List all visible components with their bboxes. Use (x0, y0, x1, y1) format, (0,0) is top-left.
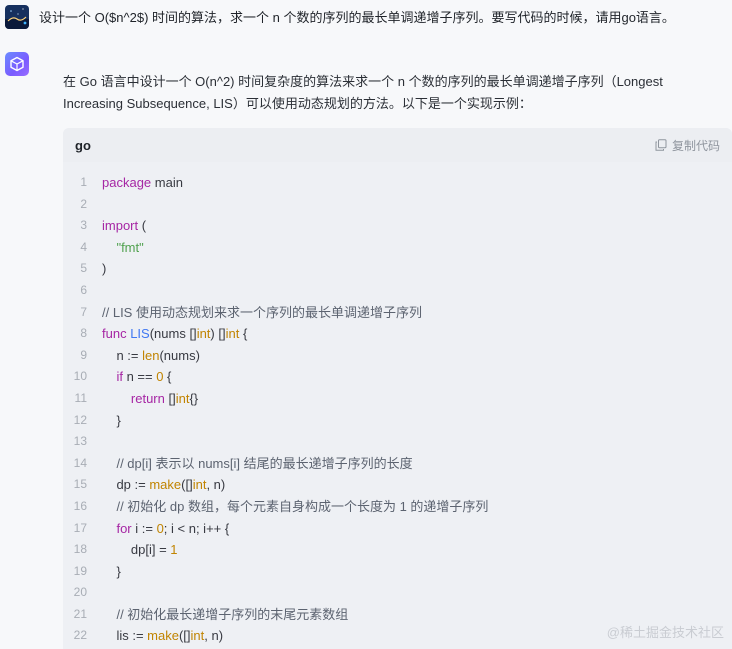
code-text: // LIS 使用动态规划来求一个序列的最长单调递增子序列 (102, 304, 422, 320)
code-line: 14 // dp[i] 表示以 nums[i] 结尾的最长递增子序列的长度 (63, 453, 732, 475)
line-number: 20 (73, 585, 87, 600)
intro-line-1: 在 Go 语言中设计一个 O(n^2) 时间复杂度的算法来求一个 n 个数的序列… (63, 74, 663, 89)
line-number: 12 (73, 412, 87, 427)
code-line: 16 // 初始化 dp 数组，每个元素自身构成一个长度为 1 的递增子序列 (63, 496, 732, 518)
user-message-row: 设计一个 O($n^2$) 时间的算法，求一个 n 个数的序列的最长单调递增子序… (0, 0, 732, 40)
code-line: 4 "fmt" (63, 237, 732, 259)
line-number: 15 (73, 477, 87, 492)
assistant-avatar (5, 52, 29, 76)
code-text: // 初始化最长递增子序列的末尾元素数组 (116, 606, 349, 622)
line-number: 4 (80, 239, 87, 254)
line-number: 18 (73, 542, 87, 557)
code-text: // 初始化 dp 数组，每个元素自身构成一个长度为 1 的递增子序列 (116, 498, 489, 514)
code-text: for i := 0; i < n; i++ { (116, 520, 230, 536)
code-line: 2 (63, 194, 732, 216)
code-lines: 1 package main 2 3 import (4 "fmt" 5) 6 7// LIS… (63, 162, 732, 647)
line-number: 19 (73, 563, 87, 578)
line-number: 7 (80, 304, 87, 319)
line-number: 16 (73, 498, 87, 513)
code-line: 11 return []int{} (63, 388, 732, 410)
code-line: 20 (63, 582, 732, 604)
line-number: 2 (80, 196, 87, 211)
code-line: 17 for i := 0; i < n; i++ { (63, 518, 732, 540)
code-text: return []int{} (130, 390, 199, 406)
line-number: 5 (80, 261, 87, 276)
code-text: dp := make([]int, n) (102, 477, 226, 493)
line-number: 17 (73, 520, 87, 535)
line-number: 11 (74, 390, 87, 405)
code-text: import ( (102, 218, 147, 234)
line-number: 6 (80, 282, 87, 297)
code-text: // dp[i] 表示以 nums[i] 结尾的最长递增子序列的长度 (116, 455, 413, 471)
code-text: if n == 0 { (116, 369, 172, 385)
code-line: 18 dp[i] = 1 (63, 539, 732, 561)
code-line: 8 func LIS(nums []int) []int { (63, 323, 732, 345)
line-number: 10 (73, 369, 87, 384)
code-text: n := len(nums) (102, 347, 200, 363)
code-line: 15 dp := make([]int, n) (63, 474, 732, 496)
copy-code-label: 复制代码 (671, 138, 720, 153)
line-number: 21 (73, 606, 87, 621)
intro-line-2: Increasing Subsequence, LIS）可以使用动态规划的方法。… (63, 96, 532, 111)
code-line: 12 } (63, 410, 732, 432)
night-sky-avatar-icon (5, 5, 29, 29)
code-header: go 复制代码 (63, 128, 732, 162)
code-text: lis := make([]int, n) (102, 628, 224, 644)
code-line: 7 // LIS 使用动态规划来求一个序列的最长单调递增子序列 (63, 302, 732, 324)
code-text: } (102, 563, 121, 579)
code-block: go 复制代码 1 package main 2 3 import (4 "fmt" 5)… (63, 128, 732, 649)
copy-code-button[interactable]: 复制代码 (655, 137, 720, 154)
assistant-intro: 在 Go 语言中设计一个 O(n^2) 时间复杂度的算法来求一个 n 个数的序列… (63, 71, 703, 115)
code-line: 9 n := len(nums) (63, 345, 732, 367)
code-line: 1 package main (63, 172, 732, 194)
code-text: } (102, 412, 121, 428)
code-text: "fmt" (116, 239, 144, 255)
code-line: 6 (63, 280, 732, 302)
user-message-text: 设计一个 O($n^2$) 时间的算法，求一个 n 个数的序列的最长单调递增子序… (39, 10, 675, 25)
code-line: 19 } (63, 561, 732, 583)
code-text: dp[i] = 1 (102, 542, 178, 558)
cube-icon (10, 56, 24, 72)
line-number: 1 (80, 175, 87, 189)
code-text: func LIS(nums []int) []int { (102, 326, 248, 342)
code-line: 13 (63, 431, 732, 453)
code-language-label: go (75, 137, 91, 153)
line-number: 9 (80, 347, 87, 362)
code-line: 10 if n == 0 { (63, 366, 732, 388)
code-line: 3 import ( (63, 215, 732, 237)
code-text: package main (102, 175, 183, 190)
code-text: ) (102, 261, 107, 277)
user-avatar (5, 5, 29, 29)
copy-icon (655, 139, 667, 151)
line-number: 13 (73, 434, 87, 449)
code-line: 5) (63, 258, 732, 280)
line-number: 14 (73, 455, 87, 470)
line-number: 8 (80, 326, 87, 341)
line-number: 22 (73, 628, 87, 643)
line-number: 3 (80, 218, 87, 233)
watermark: @稀土掘金技术社区 (606, 625, 724, 640)
